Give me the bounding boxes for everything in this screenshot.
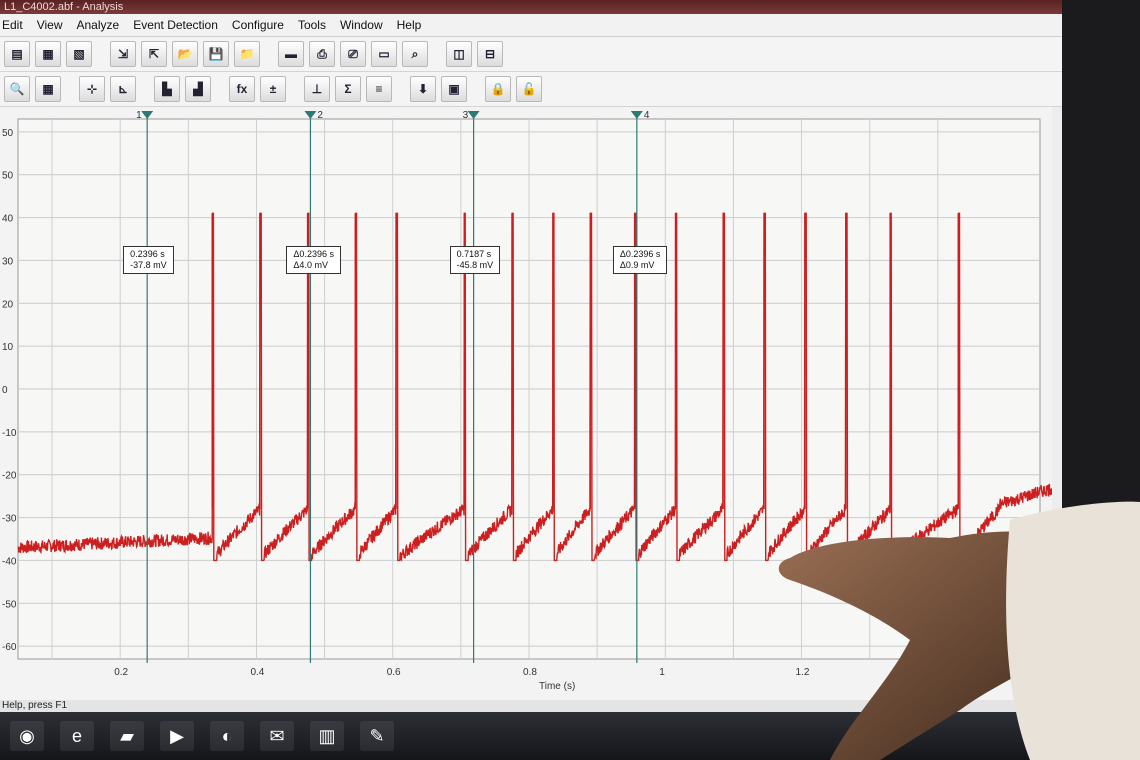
measure-icon[interactable]: ⊾: [110, 76, 136, 102]
zoom-icon[interactable]: 🔍: [4, 76, 30, 102]
x-tick-label: 0.6: [387, 667, 401, 678]
menu-configure[interactable]: Configure: [232, 18, 284, 32]
callout-voltage: Δ4.0 mV: [293, 260, 328, 271]
y-tick-label: 30: [2, 256, 14, 267]
trace-chart-svg: 50 50 40 30 20 10 0 -10 -20 -30 -40 -50 -60 0.2 0.4 0.6…: [2, 110, 1052, 692]
y-tick-label: -40: [2, 556, 17, 567]
fit-icon[interactable]: ▦: [35, 76, 61, 102]
export-icon[interactable]: ⇱: [141, 41, 167, 67]
status-bar: Help, press F1: [0, 700, 1062, 712]
chart-export-icon[interactable]: ⬇: [410, 76, 436, 102]
callout-voltage: -37.8 mV: [130, 260, 167, 271]
cursor-callout[interactable]: 0.7187 s -45.8 mV: [449, 246, 501, 275]
notes-icon[interactable]: ✎: [360, 721, 394, 751]
arithmetic-icon[interactable]: ±: [260, 76, 286, 102]
cursor-callout[interactable]: Δ0.2396 s Δ0.9 mV: [612, 246, 668, 275]
y-tick-label: -50: [2, 599, 17, 610]
app-icon[interactable]: ▥: [310, 721, 344, 751]
callout-time: Δ0.2396 s: [293, 249, 334, 260]
folder-open-icon[interactable]: 📂: [172, 41, 198, 67]
x-tick-label: 1: [659, 667, 665, 678]
mail-icon[interactable]: ✉: [260, 721, 294, 751]
x-axis-label: Time (s): [539, 681, 575, 692]
media-player-icon[interactable]: ▶: [160, 721, 194, 751]
menu-window[interactable]: Window: [340, 18, 383, 32]
toolbar-file: ▤ ▦ ▧ ⇲ ⇱ 📂 💾 📁 ▬ ⎙ ⎚ ▭ ⌕ ◫ ⊟: [0, 37, 1062, 72]
baseline-icon[interactable]: ⊥: [304, 76, 330, 102]
x-tick-label: 0.2: [114, 667, 128, 678]
sum-icon[interactable]: Σ: [335, 76, 361, 102]
folder-save-icon[interactable]: 💾: [203, 41, 229, 67]
cursor-label: 4: [644, 110, 650, 121]
cursor-handle-icon: [141, 111, 154, 119]
histogram-icon[interactable]: ▙: [154, 76, 180, 102]
cursor-handle-icon: [630, 111, 643, 119]
x-tick-label: 1.4: [932, 667, 946, 678]
cursor-icon[interactable]: ⊹: [79, 76, 105, 102]
cursor-label: 3: [463, 110, 469, 121]
layout-icon[interactable]: ▣: [441, 76, 467, 102]
function-icon[interactable]: fx: [229, 76, 255, 102]
monitor-screen: L1_C4002.abf - Analysis Edit View Analyze E…: [0, 0, 1062, 712]
ie-icon[interactable]: e: [60, 721, 94, 751]
split-vertical-icon[interactable]: ◫: [446, 41, 472, 67]
menu-tools[interactable]: Tools: [298, 18, 326, 32]
page-icon[interactable]: ▭: [371, 41, 397, 67]
folder-icon[interactable]: 📁: [234, 41, 260, 67]
x-tick-label: 1.2: [796, 667, 810, 678]
menu-view[interactable]: View: [37, 18, 63, 32]
y-tick-label: -30: [2, 514, 17, 525]
import-icon[interactable]: ⇲: [110, 41, 136, 67]
x-tick-label: 0.8: [523, 667, 537, 678]
toolbar-analysis: 🔍 ▦ ⊹ ⊾ ▙ ▟ fx ± ⊥ Σ ≡ ⬇ ▣ 🔒 🔓: [0, 72, 1062, 107]
window-title-bar: L1_C4002.abf - Analysis: [0, 0, 1062, 14]
x-tick-label: 0.4: [250, 667, 264, 678]
print-icon[interactable]: ⎙: [309, 41, 335, 67]
callout-time: 0.2396 s: [130, 249, 165, 260]
cursor-handle-icon: [304, 111, 317, 119]
lock-icon[interactable]: 🔒: [485, 76, 511, 102]
y-tick-label: -10: [2, 428, 17, 439]
cursor-label: 1: [136, 110, 142, 121]
taskbar: ◉ e ▰ ▶ ◐ ✉ ▥ ✎: [0, 712, 1072, 760]
firefox-icon[interactable]: ◐: [210, 721, 244, 751]
menu-bar: Edit View Analyze Event Detection Configure T…: [0, 14, 1062, 37]
find-icon[interactable]: ⌕: [402, 41, 428, 67]
print-preview-icon[interactable]: ⎚: [340, 41, 366, 67]
trace-graph[interactable]: 50 50 40 30 20 10 0 -10 -20 -30 -40 -50 -60 0.2 0.4 0.6…: [0, 107, 1052, 700]
callout-time: 0.7187 s: [456, 249, 492, 260]
unlock-icon[interactable]: 🔓: [516, 76, 542, 102]
menu-event-detection[interactable]: Event Detection: [133, 18, 218, 32]
y-tick-label: 50: [2, 171, 14, 182]
save-icon[interactable]: ▦: [35, 41, 61, 67]
start-icon[interactable]: ◉: [10, 721, 44, 751]
menu-edit[interactable]: Edit: [2, 18, 23, 32]
split-horizontal-icon[interactable]: ⊟: [477, 41, 503, 67]
statistics-icon[interactable]: ≡: [366, 76, 392, 102]
menu-help[interactable]: Help: [397, 18, 422, 32]
y-tick-label: 40: [2, 214, 14, 225]
cursor-label: 2: [317, 110, 323, 121]
disk-icon[interactable]: ▬: [278, 41, 304, 67]
explorer-icon[interactable]: ▰: [110, 721, 144, 751]
cursor-handle-icon: [467, 111, 480, 119]
callout-voltage: -45.8 mV: [456, 260, 494, 271]
cursor-callout[interactable]: 0.2396 s -37.8 mV: [123, 246, 174, 275]
open-icon[interactable]: ▤: [4, 41, 30, 67]
cursor-callout[interactable]: Δ0.2396 s Δ4.0 mV: [286, 246, 341, 275]
menu-analyze[interactable]: Analyze: [76, 18, 119, 32]
callout-voltage: Δ0.9 mV: [619, 260, 655, 271]
y-tick-label: 20: [2, 299, 14, 310]
y-tick-label: 0: [2, 385, 8, 396]
copy-icon[interactable]: ▧: [66, 41, 92, 67]
y-tick-label: -60: [2, 642, 17, 653]
status-help-text: Help, press F1: [2, 700, 68, 711]
y-tick-label: 10: [2, 342, 14, 353]
callout-time: Δ0.2396 s: [619, 249, 661, 260]
spectrum-icon[interactable]: ▟: [185, 76, 211, 102]
y-tick-label: -20: [2, 471, 17, 482]
y-tick-label: 50: [2, 128, 14, 139]
